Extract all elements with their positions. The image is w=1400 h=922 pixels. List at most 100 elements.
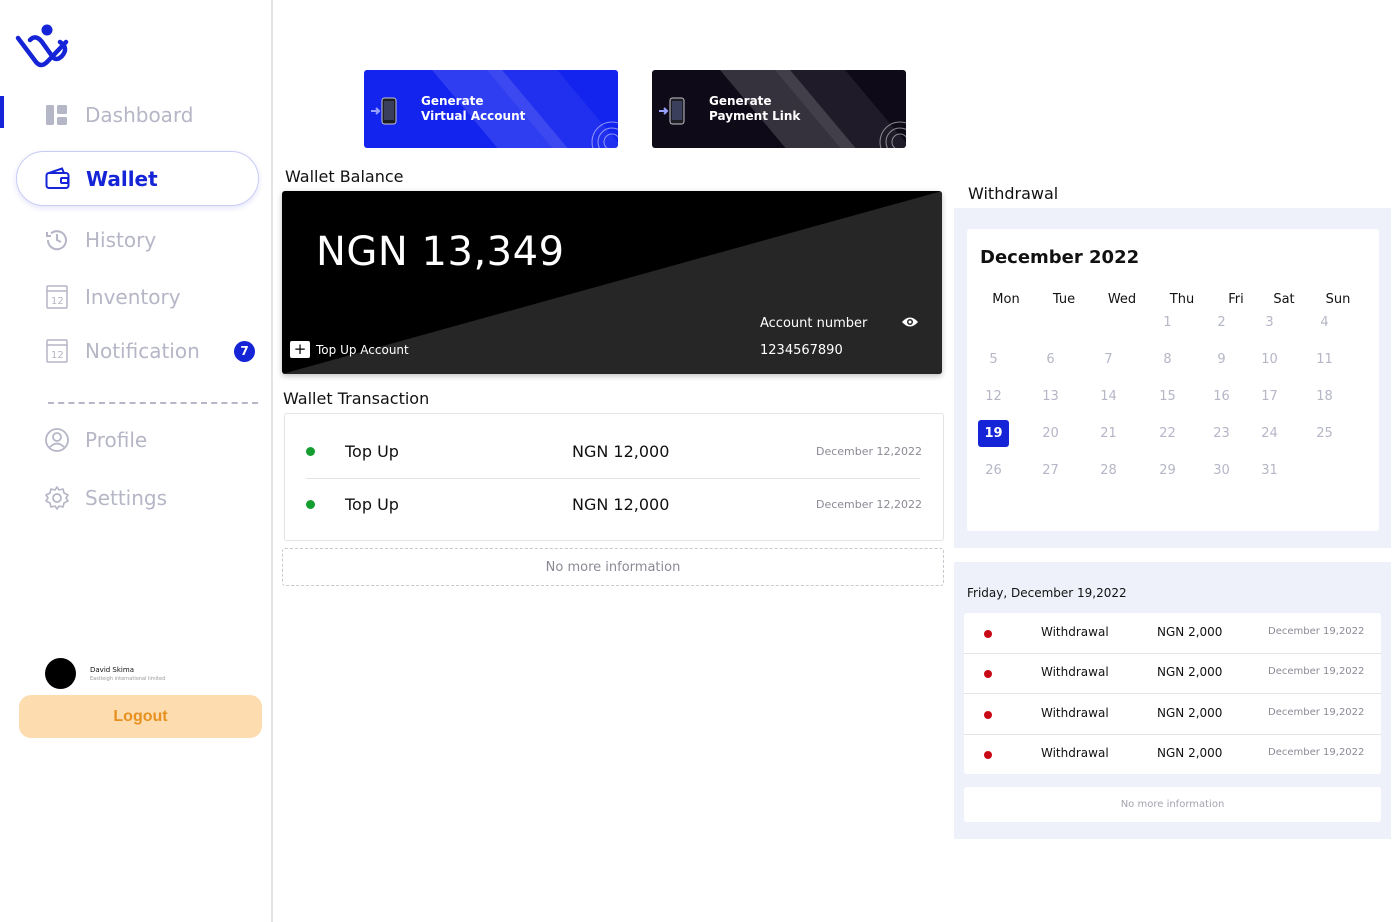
calendar-day[interactable]: 20: [1035, 420, 1066, 447]
sidebar-item-wallet[interactable]: Wallet: [16, 151, 259, 206]
history-icon: [43, 226, 71, 254]
table-row[interactable]: Withdrawal NGN 2,000 December 19,2022: [964, 734, 1381, 774]
withdrawal-amount: NGN 2,000: [1157, 665, 1223, 679]
calendar-day[interactable]: 9: [1206, 346, 1237, 373]
rings-decoration: [591, 121, 618, 148]
action-label: Generate Payment Link: [709, 94, 801, 123]
sidebar-item-label: Notification: [85, 339, 200, 363]
phone-transfer-icon: [658, 96, 690, 127]
status-dot: [984, 670, 992, 678]
sidebar-item-profile[interactable]: Profile: [16, 412, 259, 468]
wallet-balance-title: Wallet Balance: [285, 167, 404, 186]
plus-icon: +: [290, 341, 310, 358]
avatar: [45, 658, 76, 689]
weekday-label: Sat: [1273, 292, 1295, 307]
user-name: David Skima: [90, 665, 134, 674]
withdrawal-date: December 19,2022: [1268, 666, 1365, 677]
calendar-day[interactable]: 2: [1206, 309, 1237, 336]
selected-date-label: Friday, December 19,2022: [967, 586, 1127, 600]
calendar-day[interactable]: 1: [1152, 309, 1183, 336]
sidebar-item-inventory[interactable]: 12 Inventory: [16, 269, 259, 325]
user-org: Eastleigh international limited: [90, 675, 166, 682]
calendar-day[interactable]: 15: [1152, 383, 1183, 410]
calendar-day[interactable]: 25: [1309, 420, 1340, 447]
sidebar-item-dashboard[interactable]: Dashboard: [16, 87, 259, 143]
sidebar-item-label: Inventory: [85, 285, 181, 309]
calendar-day[interactable]: 21: [1093, 420, 1124, 447]
withdrawal-date: December 19,2022: [1268, 707, 1365, 718]
sidebar-item-notification[interactable]: 12 Notification 7: [16, 323, 259, 379]
transaction-amount: NGN 12,000: [572, 442, 670, 461]
settings-icon: [43, 484, 71, 512]
calendar-day[interactable]: 29: [1152, 457, 1183, 484]
calendar-day[interactable]: 10: [1254, 346, 1285, 373]
eye-icon[interactable]: [901, 315, 919, 329]
transaction-date: December 12,2022: [816, 445, 923, 458]
calendar-day[interactable]: 22: [1152, 420, 1183, 447]
sidebar-item-label: Settings: [85, 486, 168, 510]
table-row[interactable]: Withdrawal NGN 2,000 December 19,2022: [964, 613, 1381, 654]
account-number: 1234567890: [760, 343, 843, 358]
calendar-day[interactable]: 30: [1206, 457, 1237, 484]
transaction-date: December 12,2022: [816, 498, 923, 511]
notification-icon: 12: [43, 337, 71, 365]
calendar-day[interactable]: 12: [978, 383, 1009, 410]
wallet-balance-card: NGN 13,349 + Top Up Account Account numb…: [282, 191, 942, 374]
notification-badge: 7: [234, 340, 255, 362]
calendar-day[interactable]: 27: [1035, 457, 1066, 484]
generate-payment-link-button[interactable]: Generate Payment Link: [652, 70, 906, 148]
calendar-day[interactable]: 13: [1035, 383, 1066, 410]
app-root: Dashboard Wallet History 12 Inventory 12…: [0, 0, 1400, 922]
table-row[interactable]: Top Up NGN 12,000 December 12,2022: [285, 478, 942, 531]
calendar-day[interactable]: 8: [1152, 346, 1183, 373]
calendar: December 2022 Mon Tue Wed Thu Fri Sat Su…: [967, 229, 1379, 531]
logo-icon[interactable]: [14, 22, 72, 72]
sidebar-item-label: Profile: [85, 428, 148, 452]
logout-button[interactable]: Logout: [19, 695, 262, 738]
calendar-day[interactable]: 7: [1093, 346, 1124, 373]
withdrawal-type: Withdrawal: [1041, 706, 1109, 720]
calendar-day[interactable]: 28: [1093, 457, 1124, 484]
user-card[interactable]: David Skima Eastleigh international limi…: [45, 658, 165, 689]
svg-text:12: 12: [51, 296, 64, 307]
account-number-label: Account number: [760, 316, 868, 331]
transaction-list: Top Up NGN 12,000 December 12,2022 Top U…: [284, 413, 944, 541]
calendar-day[interactable]: 5: [978, 346, 1009, 373]
table-row[interactable]: Withdrawal NGN 2,000 December 19,2022: [964, 694, 1381, 735]
withdrawal-type: Withdrawal: [1041, 665, 1109, 679]
status-dot: [306, 447, 315, 456]
weekday-label: Sun: [1325, 292, 1351, 307]
calendar-day[interactable]: 11: [1309, 346, 1340, 373]
calendar-day[interactable]: 24: [1254, 420, 1285, 447]
sidebar-item-settings[interactable]: Settings: [16, 470, 259, 526]
calendar-day[interactable]: 19: [978, 420, 1009, 447]
withdrawal-amount: NGN 2,000: [1157, 746, 1223, 760]
no-more-information: No more information: [964, 787, 1381, 822]
sidebar-item-label: History: [85, 228, 157, 252]
withdrawal-type: Withdrawal: [1041, 746, 1109, 760]
sidebar-item-history[interactable]: History: [16, 212, 259, 268]
calendar-day[interactable]: 4: [1309, 309, 1340, 336]
calendar-day[interactable]: 31: [1254, 457, 1285, 484]
calendar-day[interactable]: 6: [1035, 346, 1066, 373]
calendar-day[interactable]: 14: [1093, 383, 1124, 410]
withdrawal-date: December 19,2022: [1268, 747, 1365, 758]
top-up-account-button[interactable]: + Top Up Account: [290, 341, 409, 358]
calendar-day[interactable]: 26: [978, 457, 1009, 484]
calendar-day[interactable]: 23: [1206, 420, 1237, 447]
weekday-label: Mon: [992, 292, 1020, 307]
table-row[interactable]: Top Up NGN 12,000 December 12,2022: [285, 425, 942, 478]
calendar-day[interactable]: 3: [1254, 309, 1285, 336]
weekday-label: Fri: [1228, 292, 1244, 307]
status-dot: [984, 630, 992, 638]
withdrawal-list: Withdrawal NGN 2,000 December 19,2022 Wi…: [964, 613, 1381, 774]
calendar-day[interactable]: 18: [1309, 383, 1340, 410]
profile-icon: [43, 426, 71, 454]
generate-virtual-account-button[interactable]: Generate Virtual Account: [364, 70, 618, 148]
rings-decoration: [879, 121, 906, 148]
calendar-month: December 2022: [980, 247, 1140, 268]
withdrawal-date: December 19,2022: [1268, 626, 1365, 637]
table-row[interactable]: Withdrawal NGN 2,000 December 19,2022: [964, 653, 1381, 694]
calendar-day[interactable]: 17: [1254, 383, 1285, 410]
calendar-day[interactable]: 16: [1206, 383, 1237, 410]
